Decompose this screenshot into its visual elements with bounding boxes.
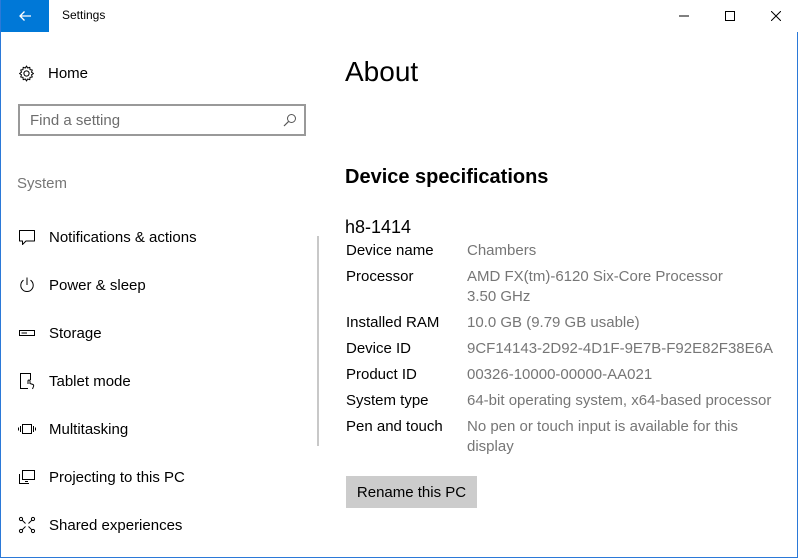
back-arrow-icon bbox=[19, 11, 31, 21]
minimize-button[interactable] bbox=[661, 0, 707, 32]
spec-label: Device name bbox=[346, 242, 434, 259]
spec-row-pen-and-touch: Pen and touch No pen or touch input is a… bbox=[346, 417, 757, 457]
home-label: Home bbox=[48, 64, 89, 82]
rename-pc-button[interactable]: Rename this PC bbox=[346, 476, 477, 508]
sidebar-item-power-sleep[interactable]: Power & sleep bbox=[17, 273, 146, 297]
spec-row-system-type: System type 64-bit operating system, x64… bbox=[346, 391, 787, 411]
spec-row-installed-ram: Installed RAM 10.0 GB (9.79 GB usable) bbox=[346, 313, 787, 333]
spec-row-device-id: Device ID 9CF14143-2D92-4D1F-9E7B-F92E82… bbox=[346, 339, 787, 359]
back-button[interactable] bbox=[1, 0, 49, 32]
sidebar-item-shared-experiences[interactable]: Shared experiences bbox=[17, 513, 182, 537]
power-icon bbox=[17, 276, 36, 295]
sidebar-item-label: Storage bbox=[49, 324, 102, 342]
spec-value: 9CF14143-2D92-4D1F-9E7B-F92E82F38E6A bbox=[467, 340, 773, 357]
spec-row-processor: Processor AMD FX(tm)-6120 Six-Core Proce… bbox=[346, 267, 737, 307]
close-icon bbox=[771, 11, 781, 21]
spec-label: Product ID bbox=[346, 366, 417, 383]
projecting-icon bbox=[17, 468, 36, 487]
spec-label: Installed RAM bbox=[346, 314, 440, 331]
sidebar-item-label: Power & sleep bbox=[49, 276, 146, 294]
close-button[interactable] bbox=[753, 0, 798, 32]
minimize-icon bbox=[679, 15, 689, 17]
spec-value: 10.0 GB (9.79 GB usable) bbox=[467, 314, 640, 331]
device-model-heading: h8-1414 bbox=[345, 217, 412, 237]
settings-window: Settings Home System Notif bbox=[0, 0, 798, 558]
spec-value: Chambers bbox=[467, 242, 537, 259]
sidebar-item-notifications[interactable]: Notifications & actions bbox=[17, 225, 197, 249]
spec-row-product-id: Product ID 00326-10000-00000-AA021 bbox=[346, 365, 787, 385]
gear-icon bbox=[17, 64, 35, 82]
home-link[interactable]: Home bbox=[17, 62, 88, 84]
spec-value: 00326-10000-00000-AA021 bbox=[467, 366, 653, 383]
sidebar-item-label: Tablet mode bbox=[49, 372, 131, 390]
search-icon[interactable] bbox=[283, 113, 297, 127]
multitasking-icon bbox=[17, 420, 36, 439]
sidebar-item-label: Projecting to this PC bbox=[49, 468, 185, 486]
spec-value: No pen or touch input is available for t… bbox=[467, 418, 738, 455]
sidebar-item-multitasking[interactable]: Multitasking bbox=[17, 417, 128, 441]
page-title: About bbox=[345, 56, 419, 87]
sidebar-item-storage[interactable]: Storage bbox=[17, 321, 102, 345]
spec-row-device-name: Device name Chambers bbox=[346, 241, 787, 261]
spec-label: Pen and touch bbox=[346, 418, 443, 435]
sidebar-item-label: Shared experiences bbox=[49, 516, 183, 534]
tablet-mode-icon bbox=[17, 372, 36, 391]
search-input[interactable] bbox=[20, 106, 275, 134]
section-label-system: System bbox=[17, 175, 68, 192]
sidebar-item-tablet-mode[interactable]: Tablet mode bbox=[17, 369, 131, 393]
sidebar-item-projecting[interactable]: Projecting to this PC bbox=[17, 465, 185, 489]
spec-label: System type bbox=[346, 392, 429, 409]
spec-value: AMD FX(tm)-6120 Six-Core Processor 3.50 … bbox=[467, 268, 723, 305]
title-bar: Settings bbox=[1, 0, 798, 32]
window-title: Settings bbox=[62, 8, 106, 22]
storage-icon bbox=[17, 324, 36, 343]
spec-label: Processor bbox=[346, 268, 414, 285]
device-specifications-heading: Device specifications bbox=[345, 166, 549, 188]
spec-value: 64-bit operating system, x64-based proce… bbox=[467, 392, 772, 409]
sidebar-scrollbar[interactable] bbox=[317, 236, 319, 446]
maximize-icon bbox=[725, 11, 735, 21]
notification-icon bbox=[17, 228, 36, 247]
shared-experiences-icon bbox=[17, 516, 36, 535]
maximize-button[interactable] bbox=[707, 0, 753, 32]
search-box bbox=[18, 104, 306, 136]
spec-label: Device ID bbox=[346, 340, 412, 357]
sidebar-item-label: Multitasking bbox=[49, 420, 129, 438]
sidebar-item-label: Notifications & actions bbox=[49, 228, 197, 246]
